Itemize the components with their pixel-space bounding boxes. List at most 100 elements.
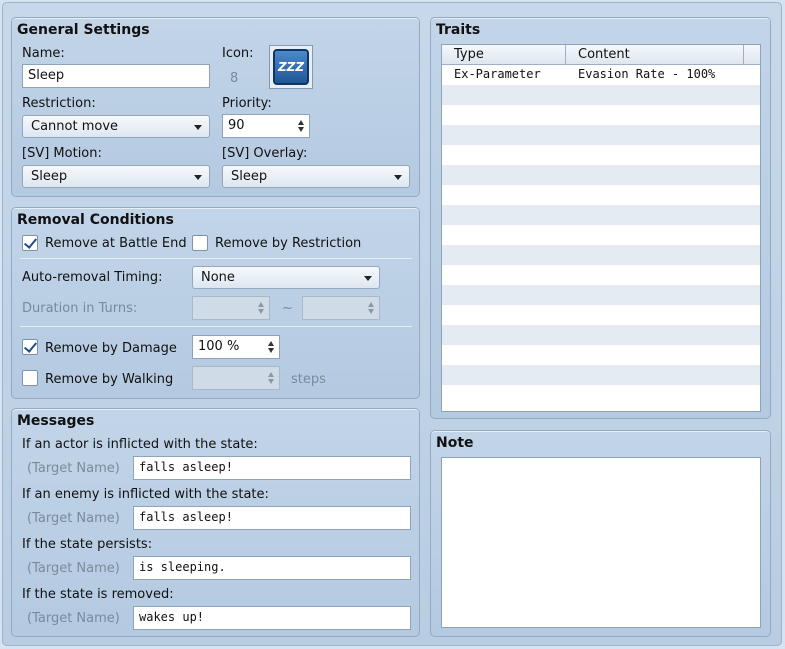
column-header-type[interactable]: Type: [442, 45, 566, 64]
trait-type-cell: [442, 245, 566, 265]
trait-content-cell: [566, 85, 590, 105]
table-row[interactable]: [442, 165, 760, 185]
trait-type-cell: [442, 365, 566, 385]
trait-type-cell: [442, 85, 566, 105]
walking-checkbox[interactable]: [22, 370, 38, 386]
trait-content-cell: [566, 345, 590, 365]
walking-stepper[interactable]: [192, 366, 280, 390]
motion-label: [SV] Motion:: [22, 146, 102, 161]
priority-stepper[interactable]: 90: [222, 114, 310, 138]
icon-picker[interactable]: ZZZ: [269, 45, 313, 89]
table-row[interactable]: [442, 325, 760, 345]
table-row[interactable]: [442, 265, 760, 285]
duration-tilde: ~: [282, 301, 293, 316]
name-label: Name:: [22, 46, 65, 61]
traits-group: Traits Type Content Ex-Parameter Evasion …: [430, 17, 771, 419]
name-field[interactable]: Sleep: [22, 64, 210, 88]
table-row[interactable]: [442, 305, 760, 325]
table-row[interactable]: [442, 205, 760, 225]
spin-down-icon: [268, 379, 274, 384]
spin-down-icon[interactable]: [268, 348, 274, 353]
table-row[interactable]: [442, 125, 760, 145]
spin-up-icon[interactable]: [298, 120, 304, 125]
restriction-select[interactable]: Cannot move: [22, 115, 210, 138]
trait-type-cell: [442, 305, 566, 325]
steps-label: steps: [291, 372, 326, 387]
table-row[interactable]: [442, 285, 760, 305]
table-row[interactable]: [442, 185, 760, 205]
trait-content-cell: [566, 105, 590, 125]
trait-content-cell: [566, 365, 590, 385]
traits-list[interactable]: Type Content Ex-Parameter Evasion Rate - …: [441, 44, 761, 412]
damage-stepper[interactable]: 100 %: [192, 335, 280, 359]
note-title: Note: [436, 435, 474, 451]
messages-group: Messages If an actor is inflicted with t…: [11, 408, 420, 637]
motion-value: Sleep: [31, 169, 68, 184]
motion-select[interactable]: Sleep: [22, 165, 210, 188]
walking-label[interactable]: Remove by Walking: [45, 372, 173, 387]
actor-message-field[interactable]: falls asleep!: [133, 456, 411, 480]
restriction-removal-label[interactable]: Remove by Restriction: [215, 236, 361, 251]
chevron-down-icon: [394, 175, 402, 180]
note-group: Note: [430, 430, 771, 637]
trait-content-cell: [566, 145, 590, 165]
trait-content-cell: [566, 225, 590, 245]
removed-message-field[interactable]: wakes up!: [133, 606, 411, 630]
table-row[interactable]: Ex-Parameter Evasion Rate - 100%: [442, 65, 760, 85]
note-textarea[interactable]: [441, 457, 761, 628]
table-row[interactable]: [442, 245, 760, 265]
trait-content-cell: [566, 305, 590, 325]
overlay-select[interactable]: Sleep: [222, 165, 410, 188]
table-row[interactable]: [442, 385, 760, 405]
removal-conditions-group: Removal Conditions Remove at Battle End …: [11, 207, 420, 399]
table-row[interactable]: [442, 365, 760, 385]
traits-header: Type Content: [442, 45, 760, 65]
divider: [20, 326, 412, 327]
restriction-checkbox[interactable]: [192, 235, 208, 251]
table-row[interactable]: [442, 345, 760, 365]
timing-value: None: [201, 270, 235, 285]
divider: [20, 258, 412, 259]
timing-label: Auto-removal Timing:: [22, 270, 163, 285]
enemy-message-field[interactable]: falls asleep!: [133, 506, 411, 530]
trait-type-cell: [442, 205, 566, 225]
removed-message-label: If the state is removed:: [22, 587, 174, 602]
trait-content-cell: [566, 205, 590, 225]
damage-checkbox[interactable]: [22, 339, 38, 355]
restriction-label: Restriction:: [22, 96, 96, 111]
column-header-content[interactable]: Content: [566, 45, 744, 64]
battle-end-checkbox[interactable]: [22, 235, 38, 251]
damage-label[interactable]: Remove by Damage: [45, 341, 177, 356]
spin-down-icon: [258, 309, 264, 314]
duration-max-stepper[interactable]: [302, 296, 380, 320]
target-name-hint: (Target Name): [27, 561, 120, 576]
timing-select[interactable]: None: [192, 266, 380, 289]
general-settings-group: General Settings Name: Sleep Icon: 8 ZZZ…: [11, 17, 420, 197]
restriction-value: Cannot move: [31, 119, 119, 134]
spin-down-icon[interactable]: [298, 127, 304, 132]
trait-content-cell: Evasion Rate - 100%: [578, 67, 716, 81]
general-settings-title: General Settings: [17, 22, 150, 38]
messages-title: Messages: [17, 413, 95, 429]
spin-up-icon[interactable]: [268, 341, 274, 346]
duration-min-stepper[interactable]: [192, 296, 270, 320]
target-name-hint: (Target Name): [27, 511, 120, 526]
battle-end-label[interactable]: Remove at Battle End: [45, 236, 187, 251]
table-row[interactable]: [442, 85, 760, 105]
overlay-label: [SV] Overlay:: [222, 146, 308, 161]
trait-type-cell: [442, 105, 566, 125]
spin-down-icon: [368, 309, 374, 314]
damage-value: 100 %: [198, 339, 240, 354]
trait-content-cell: [566, 385, 590, 405]
trait-type-cell: [442, 145, 566, 165]
persist-message-field[interactable]: is sleeping.: [133, 556, 411, 580]
trait-type-cell: Ex-Parameter: [454, 67, 541, 81]
table-row[interactable]: [442, 225, 760, 245]
trait-content-cell: [566, 285, 590, 305]
trait-content-cell: [566, 125, 590, 145]
state-editor-panel: General Settings Name: Sleep Icon: 8 ZZZ…: [2, 2, 782, 646]
traits-rows: Ex-Parameter Evasion Rate - 100%: [442, 65, 760, 405]
table-row[interactable]: [442, 105, 760, 125]
table-row[interactable]: [442, 145, 760, 165]
priority-value: 90: [228, 118, 245, 133]
